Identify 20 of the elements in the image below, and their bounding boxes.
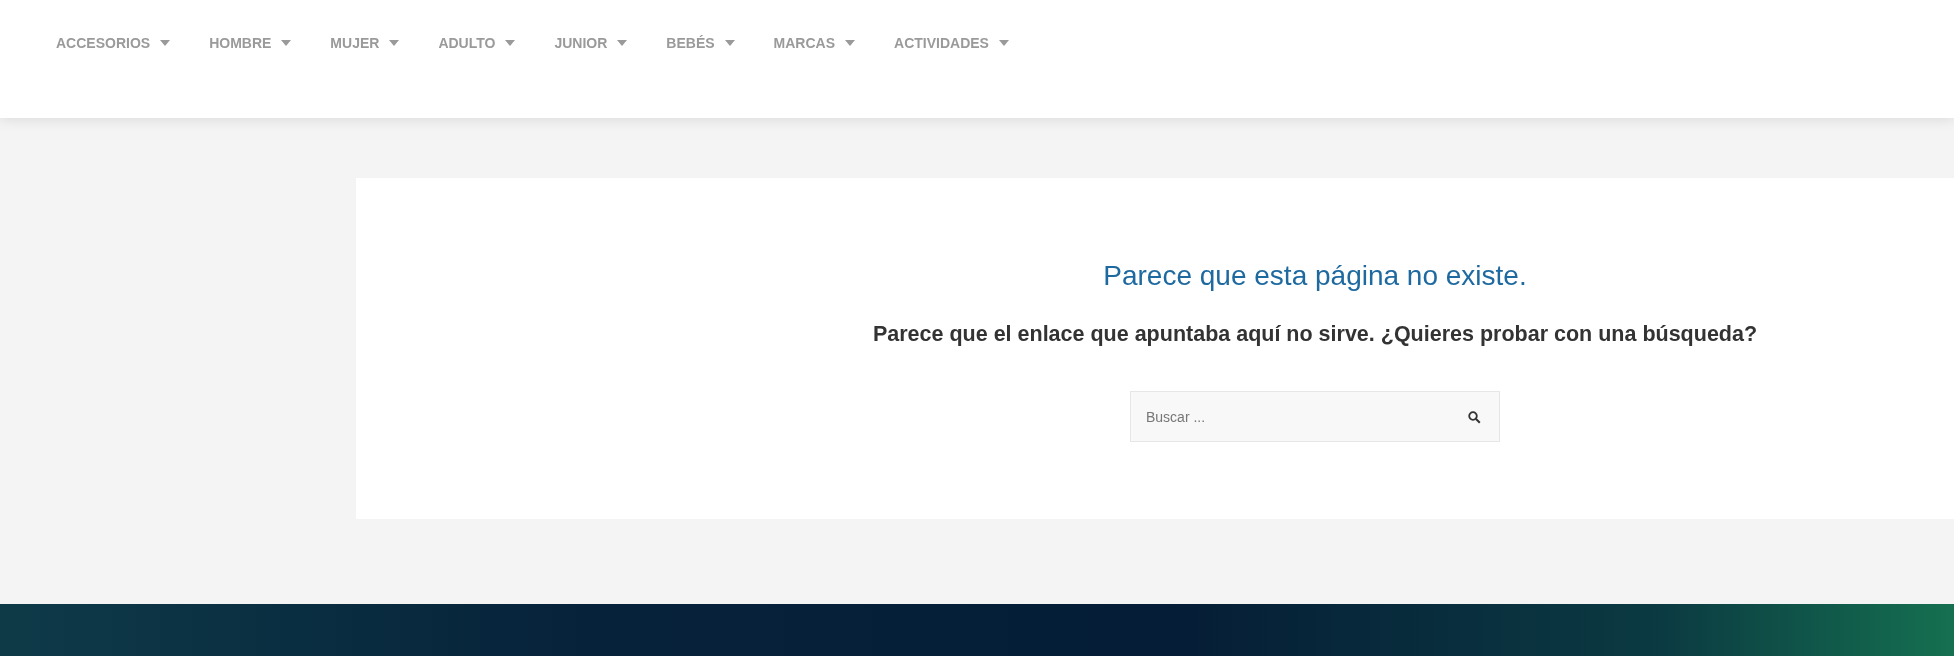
caret-icon — [281, 40, 292, 46]
search-field[interactable]: Buscar ... — [1130, 391, 1500, 442]
nav-menu-item[interactable]: MARCAS — [773, 33, 855, 53]
nav-menu-item[interactable]: ACCESORIOS — [56, 33, 171, 53]
caret-icon — [845, 40, 855, 46]
search-icon — [1467, 410, 1481, 424]
caret-icon — [505, 40, 516, 46]
caret-icon — [724, 40, 735, 46]
nav-menu-item[interactable]: ADULTO — [438, 33, 516, 53]
nav-menu-item[interactable]: BEBÉS — [666, 33, 735, 53]
error-message: Parece que el enlace que apuntaba aquí no sirve. ¿Quieres probar con una búsqueda? — [872, 322, 1758, 347]
nav-menu-item[interactable]: HOMBRE — [209, 33, 292, 53]
caret-icon — [160, 40, 171, 46]
caret-icon — [389, 40, 400, 46]
nav-menu-item[interactable]: JUNIOR — [554, 33, 628, 53]
nav-menu-item[interactable]: ACTIVIDADES — [894, 33, 1009, 53]
caret-icon — [998, 40, 1009, 46]
caret-icon — [617, 40, 628, 46]
nav-menu-item[interactable]: MUJER — [330, 33, 400, 53]
page-title: Parece que esta página no existe. — [1103, 260, 1527, 292]
